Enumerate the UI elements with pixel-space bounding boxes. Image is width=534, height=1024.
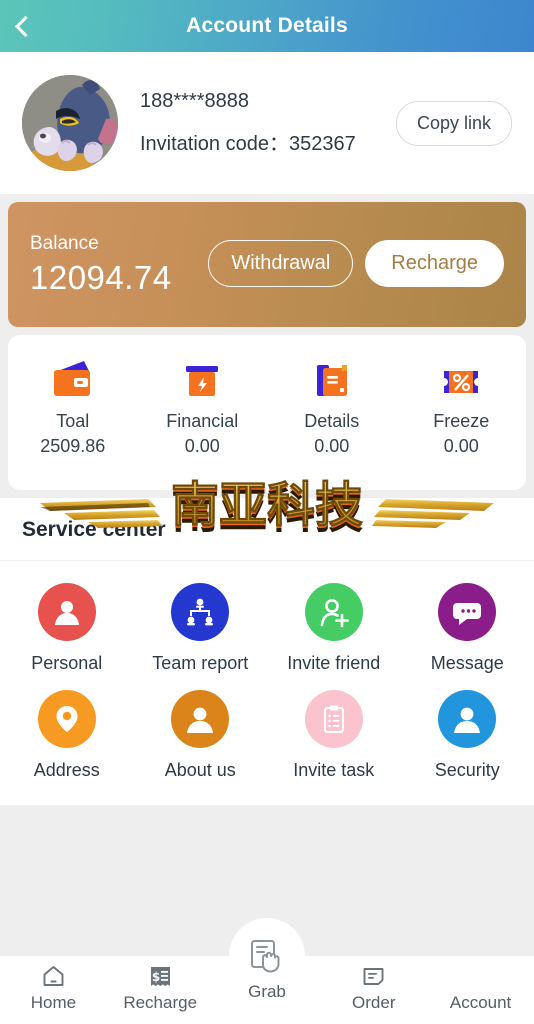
grab-hand-icon	[246, 934, 288, 980]
service-item-message[interactable]: Message	[401, 583, 534, 674]
stat-label: Freeze	[433, 411, 490, 431]
nav-item-label: Order	[352, 993, 396, 1012]
nav-item-label: Account	[449, 993, 512, 1012]
page-title: Account Details	[186, 14, 348, 37]
stats-card: Toal 2509.86 Financial 0.00 Details 0.00…	[8, 335, 526, 490]
details-icon	[309, 359, 355, 401]
service-item-personal[interactable]: Personal	[0, 583, 134, 674]
cat-avatar-icon	[22, 75, 118, 171]
balance-amount: 12094.74	[30, 258, 172, 296]
service-item-label: Security	[434, 760, 500, 780]
withdrawal-button[interactable]: Withdrawal	[208, 240, 354, 287]
service-grid: Personal Team report Invite friend Messa…	[0, 561, 534, 805]
service-item-security[interactable]: Security	[401, 690, 534, 781]
stat-freeze[interactable]: Freeze 0.00	[397, 359, 527, 457]
svg-text:$: $	[152, 970, 160, 984]
nav-item-grab[interactable]: Grab	[214, 934, 321, 1002]
stat-value: 0.00	[314, 436, 350, 456]
balance-card: Balance 12094.74 Withdrawal Recharge	[8, 202, 526, 327]
account-details-screen: Account Details 188****8888 Invitation c…	[0, 0, 534, 1024]
bottom-navigation: Home $ Recharge Grab Order Account	[0, 918, 534, 1024]
nav-item-label: Recharge	[123, 993, 198, 1012]
coupon-icon	[438, 359, 484, 401]
service-item-invite-task[interactable]: Invite task	[267, 690, 401, 781]
phone-number: 188****8888	[140, 90, 249, 112]
stat-financial[interactable]: Financial 0.00	[138, 359, 268, 457]
nav-item-label: Grab	[248, 982, 286, 1001]
balance-label: Balance	[30, 232, 99, 254]
invitation-code-value: 352367	[288, 133, 356, 155]
chevron-left-icon	[14, 15, 37, 37]
recharge-button[interactable]: Recharge	[365, 240, 504, 287]
nav-item-order[interactable]: Order	[320, 962, 427, 1013]
invitation-code-line: Invitation code：352367	[140, 127, 388, 156]
home-icon	[41, 962, 66, 990]
balance-text-block: Balance 12094.74	[30, 233, 172, 297]
balance-actions: Withdrawal Recharge	[208, 240, 504, 289]
invitation-code-label: Invitation code：	[140, 133, 289, 155]
copy-link-button[interactable]: Copy link	[395, 100, 512, 146]
service-item-label: Address	[33, 760, 100, 780]
wallet-icon	[50, 359, 96, 401]
stat-label: Toal	[56, 411, 90, 431]
stat-toal[interactable]: Toal 2509.86	[8, 359, 138, 457]
service-item-label: Personal	[31, 653, 103, 673]
service-item-label: About us	[164, 760, 236, 780]
nav-item-home[interactable]: Home	[0, 962, 107, 1013]
nav-item-label: Home	[30, 993, 77, 1012]
nav-item-recharge[interactable]: $ Recharge	[107, 962, 214, 1013]
service-item-invite-friend[interactable]: Invite friend	[267, 583, 401, 674]
financial-icon	[179, 359, 225, 401]
chat-bubble-icon	[438, 583, 497, 641]
stat-label: Financial	[166, 411, 239, 431]
service-item-label: Invite friend	[287, 653, 381, 673]
service-item-label: Message	[430, 653, 504, 673]
app-header: Account Details	[0, 0, 534, 52]
service-item-address[interactable]: Address	[0, 690, 134, 781]
service-center-section: Service center Personal Team report Invi…	[0, 498, 534, 805]
person-icon	[37, 583, 96, 641]
service-item-label: Team report	[152, 653, 249, 673]
service-center-title: Service center	[0, 498, 534, 561]
clipboard-icon	[304, 690, 363, 748]
stat-value: 0.00	[443, 436, 479, 456]
service-item-team-report[interactable]: Team report	[134, 583, 268, 674]
avatar[interactable]	[22, 75, 118, 171]
stat-details[interactable]: Details 0.00	[267, 359, 397, 457]
person-add-icon	[304, 583, 363, 641]
service-item-label: Invite task	[293, 760, 375, 780]
org-chart-icon	[171, 583, 230, 641]
stat-label: Details	[304, 411, 360, 431]
stat-value: 0.00	[184, 436, 220, 456]
stat-value: 2509.86	[40, 436, 106, 456]
balance-section: Balance 12094.74 Withdrawal Recharge	[0, 194, 534, 327]
stats-section: Toal 2509.86 Financial 0.00 Details 0.00…	[0, 327, 534, 490]
map-pin-icon	[37, 690, 96, 748]
back-button[interactable]	[0, 0, 46, 52]
user-circle-icon	[171, 690, 230, 748]
receipt-icon: $	[148, 962, 173, 990]
profile-info: 188****8888 Invitation code：352367	[118, 90, 388, 156]
profile-section: 188****8888 Invitation code：352367 Copy …	[0, 52, 534, 194]
service-item-about-us[interactable]: About us	[134, 690, 268, 781]
shield-user-icon	[438, 690, 497, 748]
order-icon	[361, 962, 386, 990]
nav-item-account[interactable]: Account	[427, 962, 534, 1013]
